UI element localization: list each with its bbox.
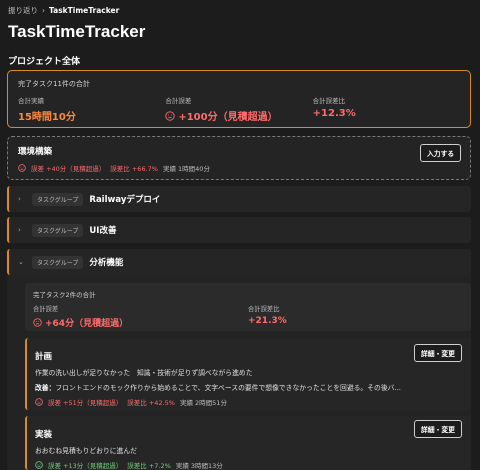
task-error: 誤差 +51分（見積超過） <box>48 399 123 407</box>
group-tag: タスクグループ <box>32 255 84 269</box>
task-reasons: おおむね見積もりどおりに進んだ <box>35 447 137 455</box>
total-error-label: 合計誤差 <box>165 97 192 105</box>
group-ratio-label: 合計誤差比 <box>248 306 280 313</box>
group-ratio-value: +21.3% <box>248 316 287 326</box>
page-title: TaskTimeTracker <box>8 22 146 41</box>
group-row-railway[interactable]: › タスクグループ Railwayデプロイ <box>7 186 471 212</box>
total-ratio-value: +12.3% <box>312 108 356 119</box>
task-reasons: 作業の洗い出しが足りなかった 知識・技術が足りず調べながら進めた <box>35 369 253 377</box>
task-actual: 実績 3時間13分 <box>175 462 223 470</box>
group-row-ui[interactable]: › タスクグループ UI改善 <box>7 217 471 243</box>
input-button[interactable]: 入力する <box>420 144 462 162</box>
total-actual-label: 合計実績 <box>18 97 44 105</box>
task-card-plan: 計画 作業の洗い出しが足りなかった 知識・技術が足りず調べながら進めた 改善：フ… <box>25 338 471 410</box>
total-error: +100分（見積超過） <box>165 108 312 123</box>
total-error-value: +100分（見積超過） <box>178 112 278 123</box>
group-summary-caption: 完了タスク2件の合計 <box>33 291 96 299</box>
task-card-implement: 実装 おおむね見積もりどおりに進んだ 誤差 +13分（見積超過） 誤差比 +7.… <box>25 416 471 470</box>
group-error-value: +64分（見積超過） <box>45 319 129 329</box>
chevron-down-icon: ⌄ <box>18 258 24 266</box>
chevron-right-icon: › <box>18 226 21 234</box>
sad-face-icon <box>35 398 43 406</box>
detail-edit-button[interactable]: 詳細・変更 <box>414 344 462 362</box>
task-card-env-setup: 環境構築 誤差 +40分（見積超過） 誤差比 +66.7% 実績 1時間40分 <box>7 136 471 180</box>
sad-face-icon <box>165 110 175 121</box>
detail-edit-button[interactable]: 詳細・変更 <box>414 420 462 438</box>
task-name: 実装 <box>35 430 53 440</box>
sad-face-icon <box>18 164 26 172</box>
group-summary-card: 完了タスク2件の合計 合計誤差 +64分（見積超過） 合計誤差比 +21.3% <box>25 283 471 331</box>
group-tag: タスクグループ <box>32 223 84 237</box>
breadcrumb-separator: › <box>42 6 45 15</box>
group-row-analytics[interactable]: ⌄ タスクグループ 分析機能 <box>7 249 471 275</box>
project-summary-card: 完了タスク11件の合計 合計実績 15時間10分 合計誤差 +100分（見積超過… <box>7 70 471 128</box>
group-error: +64分（見積超過） <box>33 316 248 329</box>
total-ratio-label: 合計誤差比 <box>312 97 346 105</box>
group-name: UI改善 <box>89 226 117 236</box>
task-actual: 実績 2時間51分 <box>179 399 227 407</box>
breadcrumb: 振り返り › TaskTimeTracker <box>8 5 119 16</box>
total-actual-value: 15時間10分 <box>18 112 76 123</box>
task-error: 誤差 +13分（見積超過） <box>48 462 123 470</box>
task-name: 計画 <box>35 352 53 362</box>
task-improvement: 改善：フロントエンドのモック作りから始めることで、文字ベースの要件で想像できなか… <box>35 382 463 392</box>
sad-face-icon <box>33 318 42 327</box>
task-name: 環境構築 <box>18 147 53 157</box>
summary-caption: 完了タスク11件の合計 <box>18 80 90 88</box>
section-title: プロジェクト全体 <box>8 57 81 67</box>
breadcrumb-back-link[interactable]: 振り返り <box>8 5 38 16</box>
chevron-right-icon: › <box>18 195 21 203</box>
group-tag: タスクグループ <box>32 192 84 206</box>
improvement-label: 改善： <box>35 384 56 392</box>
task-ratio: 誤差比 +42.5% <box>127 399 175 407</box>
task-ratio: 誤差比 +7.2% <box>127 462 171 470</box>
group-error-label: 合計誤差 <box>33 306 59 313</box>
task-ratio: 誤差比 +66.7% <box>110 165 158 173</box>
group-name: Railwayデプロイ <box>89 195 161 205</box>
smile-face-icon <box>35 461 43 469</box>
task-error: 誤差 +40分（見積超過） <box>31 165 106 173</box>
breadcrumb-current: TaskTimeTracker <box>49 6 120 15</box>
improvement-text: フロントエンドのモック作りから始めることで、文字ベースの要件で想像できなかったこ… <box>55 384 401 392</box>
group-name: 分析機能 <box>89 258 124 268</box>
task-actual: 実績 1時間40分 <box>162 165 210 173</box>
